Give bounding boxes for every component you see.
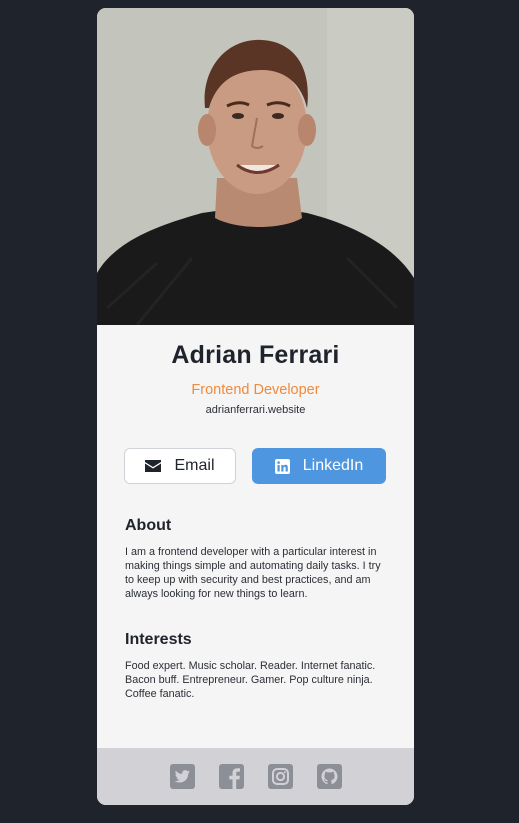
profile-photo — [97, 8, 414, 325]
linkedin-icon — [274, 458, 290, 474]
email-button[interactable]: Email — [124, 448, 236, 484]
instagram-icon[interactable] — [267, 764, 293, 789]
about-heading: About — [125, 517, 172, 534]
profile-photo-illustration — [97, 8, 414, 325]
interests-text: Food expert. Music scholar. Reader. Inte… — [125, 660, 376, 700]
envelope-icon — [145, 460, 162, 472]
github-icon[interactable] — [316, 764, 342, 789]
twitter-icon[interactable] — [169, 764, 195, 789]
linkedin-button-label: LinkedIn — [302, 457, 364, 474]
email-button-label: Email — [174, 457, 215, 474]
facebook-icon[interactable] — [218, 764, 244, 789]
social-footer — [97, 748, 414, 805]
profile-name: Adrian Ferrari — [171, 341, 340, 369]
interests-heading: Interests — [125, 631, 192, 648]
about-text: I am a frontend developer with a particu… — [125, 546, 381, 600]
profile-title: Frontend Developer — [191, 382, 320, 398]
profile-website-link[interactable]: adrianferrari.website — [97, 404, 414, 416]
linkedin-button[interactable]: LinkedIn — [252, 448, 386, 484]
profile-card: Adrian Ferrari Frontend Developer adrian… — [97, 8, 414, 805]
